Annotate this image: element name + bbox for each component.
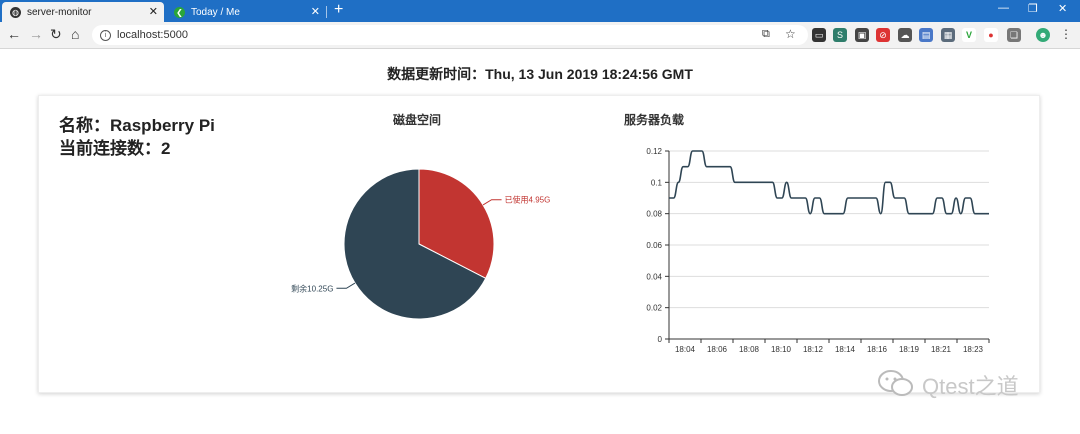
translate-icon[interactable]: ⧉ [762, 28, 770, 41]
x-tick-label: 18:06 [707, 345, 728, 354]
y-tick-label: 0.08 [646, 210, 662, 219]
extension-badge-icon[interactable]: ▣ [855, 28, 869, 42]
tab-title: Today / Me [191, 6, 240, 18]
maximize-button[interactable]: ❐ [1028, 2, 1038, 15]
x-tick-label: 18:21 [931, 345, 952, 354]
new-tab-button[interactable]: + [334, 1, 343, 19]
profile-avatar-icon[interactable]: ☻ [1036, 28, 1050, 42]
pie-label: 已使用4.95G [505, 195, 551, 205]
x-tick-label: 18:10 [771, 345, 792, 354]
menu-kebab-icon[interactable]: ⋮ [1060, 27, 1072, 41]
extension-image-icon[interactable]: ▤ [919, 28, 933, 42]
extension-cloud-icon[interactable]: ☁ [898, 28, 912, 42]
home-icon[interactable]: ⌂ [71, 26, 79, 42]
close-window-button[interactable]: ✕ [1058, 2, 1067, 15]
minimize-button[interactable]: — [998, 2, 1009, 14]
y-tick-label: 0.1 [651, 178, 663, 187]
close-tab-icon[interactable]: ✕ [311, 5, 320, 18]
disk-pie-chart: 已使用4.95G 剩余10.25G [291, 168, 551, 320]
extension-v-icon[interactable]: V [962, 28, 976, 42]
y-tick-label: 0.04 [646, 272, 662, 281]
extension-icon[interactable]: ▭ [812, 28, 826, 42]
pie-label: 剩余10.25G [291, 283, 333, 293]
star-icon[interactable]: ☆ [785, 27, 796, 41]
server-card: 名称：Raspberry Pi 当前连接数：2 磁盘空间 服务器负载 已使用4.… [38, 95, 1040, 393]
browser-tab-bar: ◍ server-monitor ✕ ❮ Today / Me ✕ + — ❐ … [0, 0, 1080, 22]
connection-count: 当前连接数：2 [59, 139, 171, 158]
reload-icon[interactable]: ↻ [50, 26, 62, 43]
app-favicon-icon: ❮ [174, 6, 185, 18]
address-text: localhost:5000 [117, 29, 188, 41]
watermark-text: Qtest之道 [922, 374, 1019, 399]
y-tick-label: 0.06 [646, 241, 662, 250]
back-arrow-icon[interactable]: ← [7, 26, 21, 42]
info-icon[interactable]: i [100, 29, 111, 41]
extension-block-icon[interactable]: ⊘ [876, 28, 890, 42]
tab-today-me[interactable]: ❮ Today / Me ✕ [166, 2, 326, 22]
load-chart-title: 服务器负载 [624, 113, 685, 127]
y-tick-label: 0.02 [646, 304, 662, 313]
extension-drop-icon[interactable]: ● [984, 28, 998, 42]
pie-label-line [336, 282, 356, 289]
close-tab-icon[interactable]: ✕ [149, 5, 158, 18]
load-line-chart: 0 0.02 0.04 0.06 0.08 0.1 0.12 18:04 18:06 18:08 1… [646, 147, 990, 354]
tab-title: server-monitor [27, 6, 92, 18]
x-tick-label: 18:16 [867, 345, 888, 354]
wechat-logo [878, 370, 913, 396]
x-tick-label: 18:19 [899, 345, 920, 354]
x-tick-label: 18:08 [739, 345, 760, 354]
pie-label-line [482, 199, 502, 206]
x-tick-label: 18:12 [803, 345, 824, 354]
address-bar[interactable]: i localhost:5000 [92, 25, 808, 45]
update-time-text: 数据更新时间：Thu, 13 Jun 2019 18:24:56 GMT [387, 66, 693, 82]
y-tick-label: 0.12 [646, 147, 662, 156]
tab-server-monitor[interactable]: ◍ server-monitor ✕ [2, 2, 164, 22]
forward-arrow-icon[interactable]: → [29, 26, 43, 42]
x-tick-label: 18:14 [835, 345, 856, 354]
disk-chart-title: 磁盘空间 [393, 113, 442, 127]
extension-grid-icon[interactable]: ▦ [941, 28, 955, 42]
browser-toolbar: ← → ↻ ⌂ i localhost:5000 ⧉ ☆ ▭ S ▣ ⊘ ☁ ▤… [0, 22, 1080, 49]
x-tick-label: 18:23 [963, 345, 984, 354]
extension-window-icon[interactable]: ❏ [1007, 28, 1021, 42]
tab-divider [326, 6, 327, 18]
extension-s-icon[interactable]: S [833, 28, 847, 42]
y-tick-label: 0 [658, 335, 663, 344]
server-name: 名称：Raspberry Pi [59, 116, 215, 135]
globe-icon: ◍ [10, 6, 21, 18]
x-tick-label: 18:04 [675, 345, 696, 354]
